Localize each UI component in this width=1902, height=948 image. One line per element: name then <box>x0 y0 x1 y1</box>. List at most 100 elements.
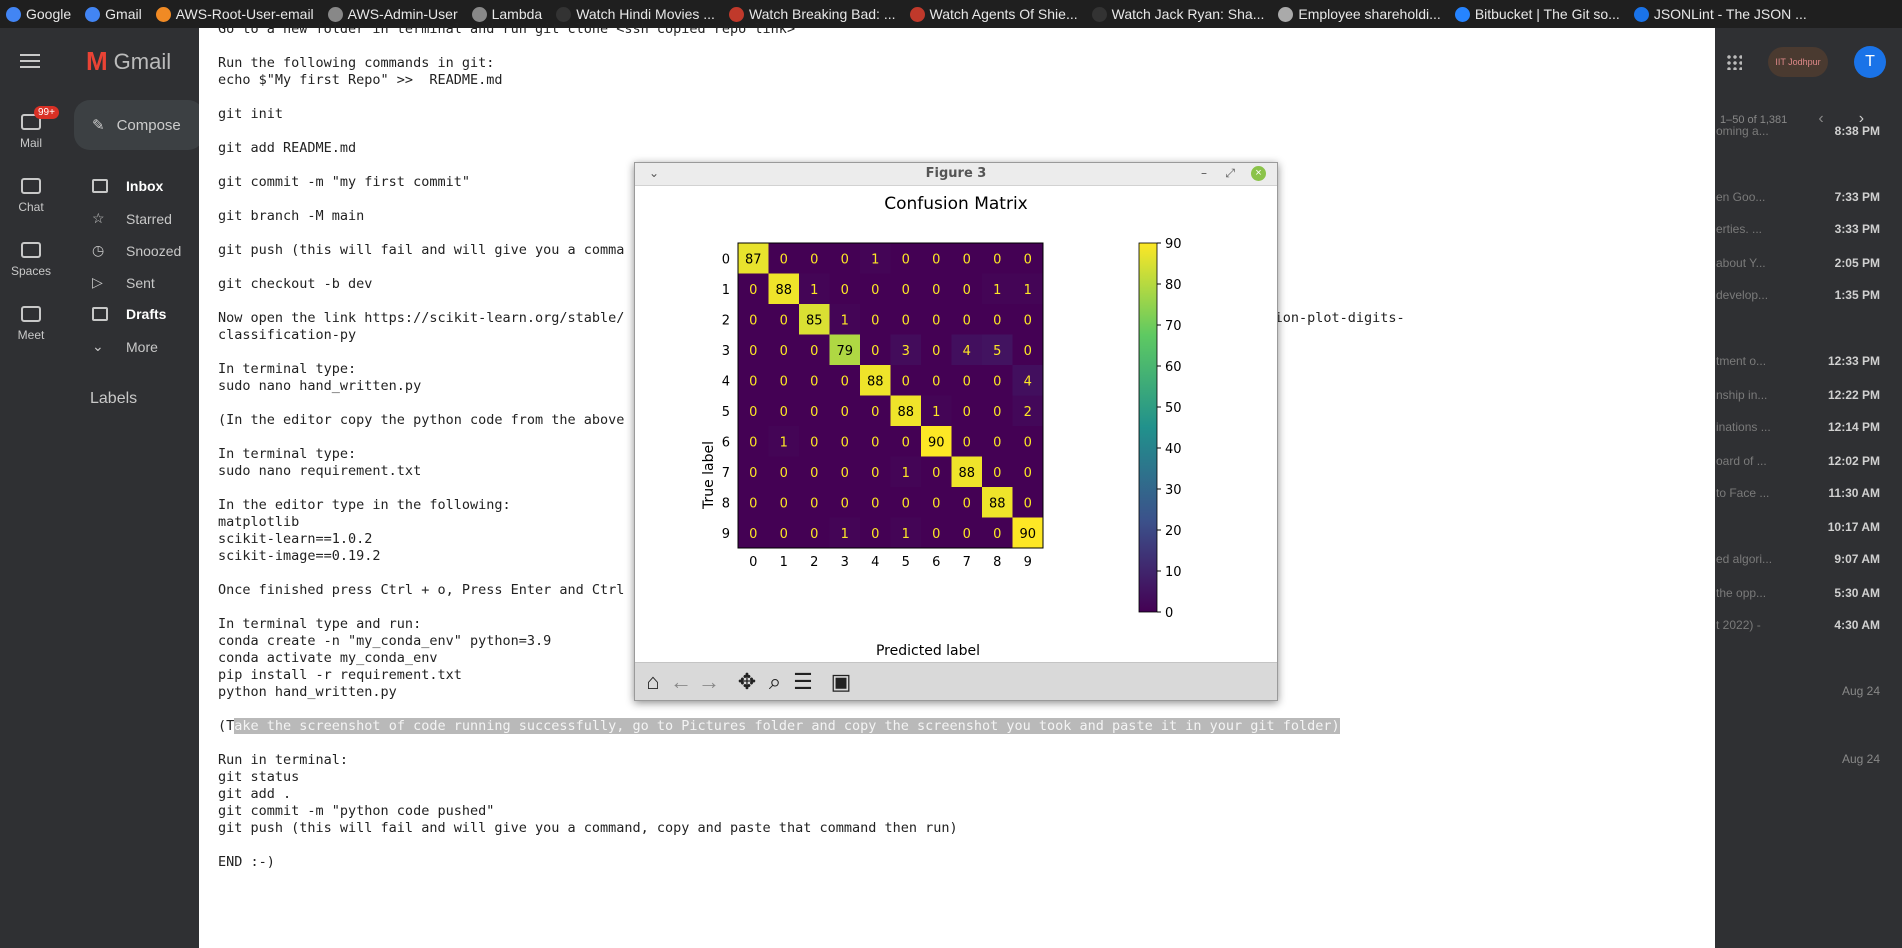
colorbar-tick-label: 0 <box>1165 606 1173 621</box>
cell-value-label: 1 <box>810 283 818 298</box>
cell-value-label: 88 <box>989 496 1006 511</box>
cell-value-label: 0 <box>810 496 818 511</box>
x-tick-label: 7 <box>963 555 971 570</box>
x-tick-label: 1 <box>780 555 788 570</box>
close-icon[interactable]: × <box>1251 166 1266 181</box>
colorbar-tick-label: 40 <box>1165 442 1182 457</box>
nav-more-label: More <box>126 338 158 355</box>
email-time: 7:33 PM <box>1834 190 1880 204</box>
email-snippet: to Face ... <box>1716 486 1770 500</box>
home-icon[interactable]: ⌂ <box>639 668 667 696</box>
nav-more[interactable]: ⌄ More <box>92 338 158 355</box>
nav-drafts[interactable]: Drafts <box>92 306 166 322</box>
app-rail: 99+ Mail Chat Spaces Meet <box>0 28 62 948</box>
confusion-matrix-chart: Confusion Matrix Predicted label True la… <box>701 194 1182 659</box>
cell-value-label: 4 <box>963 344 971 359</box>
nav-snoozed-label: Snoozed <box>126 242 182 259</box>
gmail-m-icon: M <box>86 46 108 76</box>
y-tick-label: 6 <box>722 435 730 450</box>
rail-mail[interactable]: 99+ Mail <box>0 106 62 150</box>
pan-icon[interactable]: ✥ <box>733 668 761 696</box>
nav-inbox[interactable]: Inbox <box>92 178 163 194</box>
email-snippet: oard of ... <box>1716 454 1767 468</box>
nav-starred[interactable]: ☆ Starred <box>92 210 172 227</box>
email-time: Aug 24 <box>1841 752 1880 766</box>
zoom-icon[interactable]: ⌕ <box>761 668 789 696</box>
bookmark-label: JSONLint - The JSON ... <box>1653 6 1807 22</box>
cell-value-label: 0 <box>902 283 910 298</box>
y-tick-label: 8 <box>722 496 730 511</box>
bookmark-item[interactable]: Watch Breaking Bad: ... <box>723 6 904 22</box>
cell-value-label: 0 <box>902 374 910 389</box>
bookmark-item[interactable]: Google <box>0 6 79 22</box>
gmail-logo-text: Gmail <box>113 48 172 74</box>
rail-mail-label: Mail <box>19 136 42 150</box>
back-arrow-icon[interactable]: ← <box>667 668 695 696</box>
cell-value-label: 90 <box>1019 527 1036 542</box>
globe-icon <box>327 6 343 22</box>
nav-sent[interactable]: ▷ Sent <box>92 274 155 291</box>
cell-value-label: 0 <box>810 374 818 389</box>
y-tick-label: 0 <box>722 252 730 267</box>
cell-value-label: 88 <box>775 283 792 298</box>
meet-icon <box>21 306 41 322</box>
nav-snoozed[interactable]: ◷ Snoozed <box>92 242 181 259</box>
bookmark-label: Employee shareholdi... <box>1298 6 1441 22</box>
cell-value-label: 1 <box>1024 283 1032 298</box>
email-time: 12:22 PM <box>1827 388 1880 402</box>
gmail-logo[interactable]: M Gmail <box>86 46 171 77</box>
save-icon[interactable]: ▣ <box>827 668 855 696</box>
bookmark-item[interactable]: Employee shareholdi... <box>1272 6 1448 22</box>
colorbar-tick-label: 90 <box>1165 237 1182 252</box>
compose-button[interactable]: ✎ Compose <box>74 100 204 150</box>
cell-value-label: 0 <box>810 527 818 542</box>
labels-heading: Labels <box>90 390 138 407</box>
minimize-icon[interactable]: – <box>1201 166 1207 180</box>
cell-value-label: 0 <box>841 466 849 481</box>
email-snippet: erties. ... <box>1716 222 1763 236</box>
cell-value-label: 0 <box>963 374 971 389</box>
colorbar-tick-label: 80 <box>1165 278 1182 293</box>
y-tick-label: 5 <box>722 405 730 420</box>
bookmark-item[interactable]: Watch Agents Of Shie... <box>904 6 1086 22</box>
bookmark-item[interactable]: Watch Jack Ryan: Sha... <box>1086 6 1273 22</box>
rail-spaces[interactable]: Spaces <box>0 242 62 278</box>
cell-value-label: 0 <box>1024 344 1032 359</box>
email-list: oming a... 8:38 PM en Goo... 7:33 PM erties.… <box>1716 28 1902 948</box>
configure-icon[interactable]: ☰ <box>789 668 817 696</box>
y-tick-label: 7 <box>722 466 730 481</box>
figure-toolbar: ⌂ ← → ✥ ⌕ ☰ ▣ <box>635 662 1277 700</box>
rail-meet-label: Meet <box>17 328 45 342</box>
bookmark-label: Watch Breaking Bad: ... <box>748 6 896 22</box>
bookmark-item[interactable]: Gmail <box>79 6 150 22</box>
colorbar-ticks: 0 10 20 30 40 50 60 70 80 90 <box>1157 237 1182 621</box>
bookmark-label: AWS-Root-User-email <box>175 6 314 22</box>
cell-value-label: 1 <box>993 283 1001 298</box>
cell-value-label: 1 <box>841 313 849 328</box>
email-time: 9:07 AM <box>1834 552 1880 566</box>
bookmark-item[interactable]: AWS-Root-User-email <box>150 6 322 22</box>
cell-value-label: 88 <box>958 466 975 481</box>
cell-value-label: 0 <box>1024 496 1032 511</box>
bookmark-item[interactable]: Lambda <box>466 6 551 22</box>
bookmark-item[interactable]: Watch Hindi Movies ... <box>550 6 723 22</box>
restore-icon[interactable]: ⤢ <box>1225 166 1235 181</box>
figure-titlebar[interactable]: ⌄ Figure 3 – ⤢ × <box>635 163 1277 186</box>
email-snippet: nship in... <box>1716 388 1768 402</box>
email-time: Aug 24 <box>1841 684 1880 698</box>
bookmark-item[interactable]: AWS-Admin-User <box>322 6 466 22</box>
bookmark-label: Bitbucket | The Git so... <box>1474 6 1620 22</box>
cell-value-label: 0 <box>871 313 879 328</box>
cell-value-label: 0 <box>780 374 788 389</box>
cell-value-label: 1 <box>780 435 788 450</box>
rail-meet[interactable]: Meet <box>0 306 62 342</box>
cell-value-label: 0 <box>932 496 940 511</box>
nav-drafts-label: Drafts <box>126 306 167 322</box>
bookmark-item[interactable]: JSONLint - The JSON ... <box>1628 6 1815 22</box>
rail-chat[interactable]: Chat <box>0 178 62 214</box>
bookmark-item[interactable]: Bitbucket | The Git so... <box>1449 6 1628 22</box>
cell-value-label: 0 <box>810 405 818 420</box>
forward-arrow-icon[interactable]: → <box>695 668 723 696</box>
email-snippet: about Y... <box>1716 256 1766 270</box>
selected-text[interactable]: ake the screenshot of code running succe… <box>234 718 1340 734</box>
